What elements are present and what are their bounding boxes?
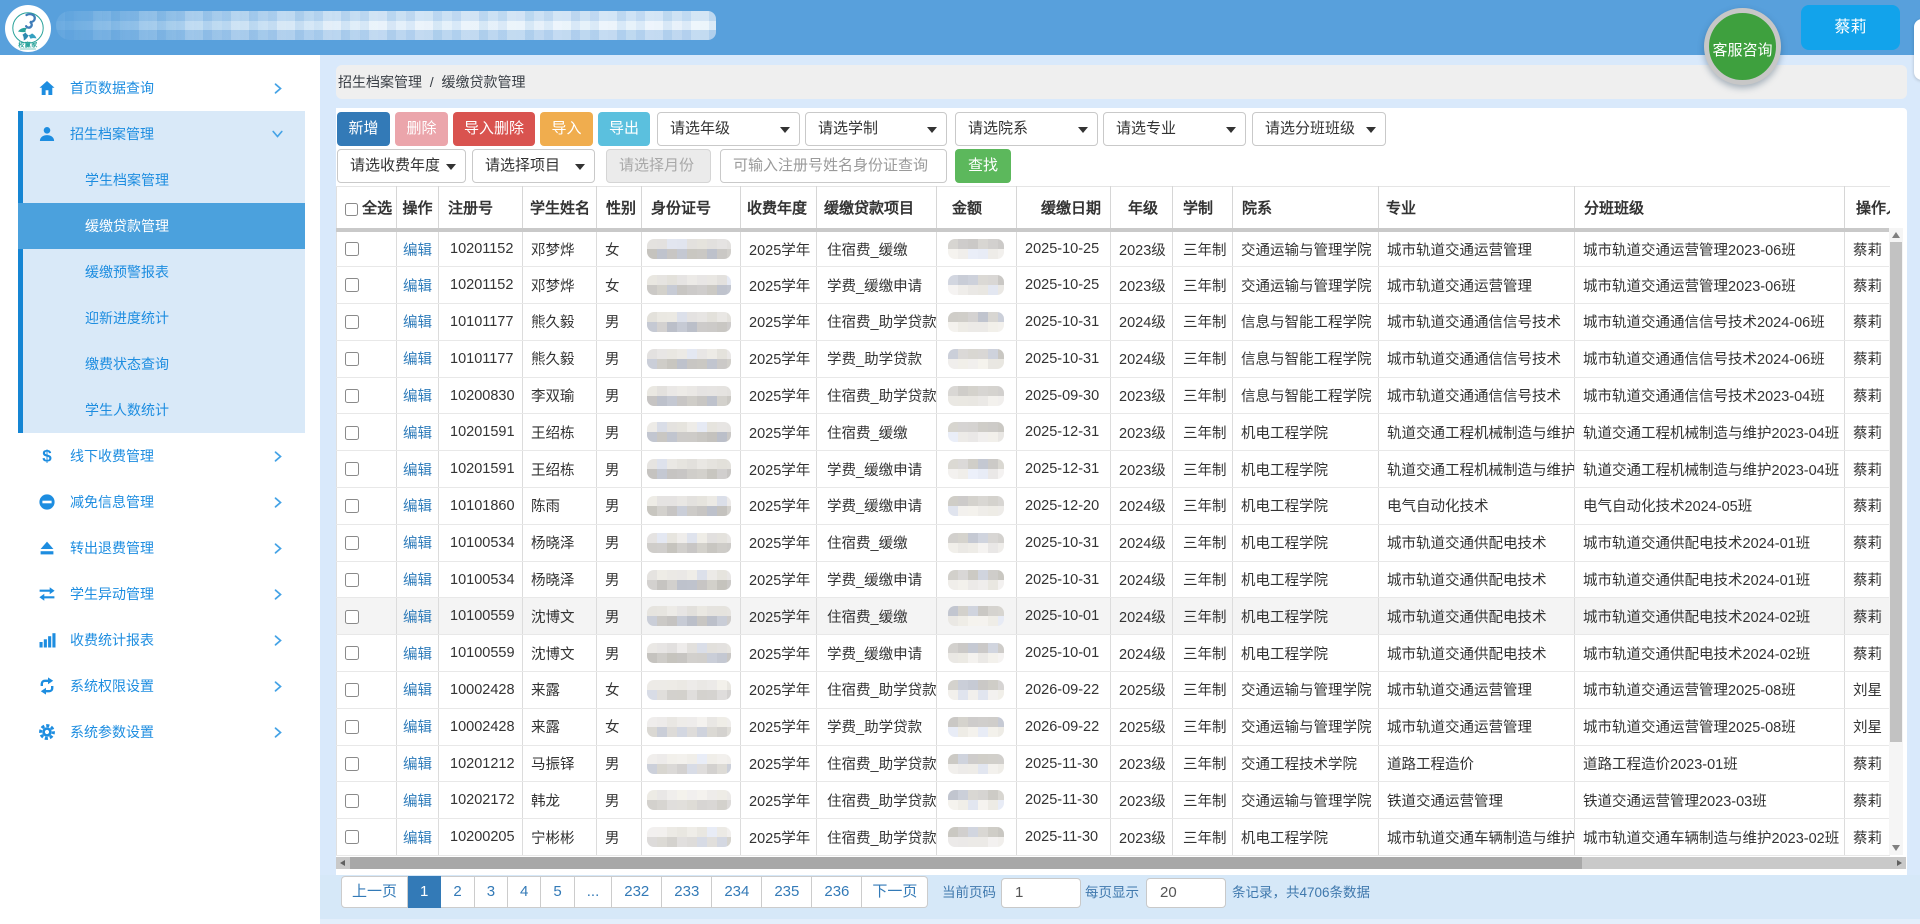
- svg-text:校赢家: 校赢家: [18, 41, 38, 49]
- svg-text:$: $: [42, 447, 52, 465]
